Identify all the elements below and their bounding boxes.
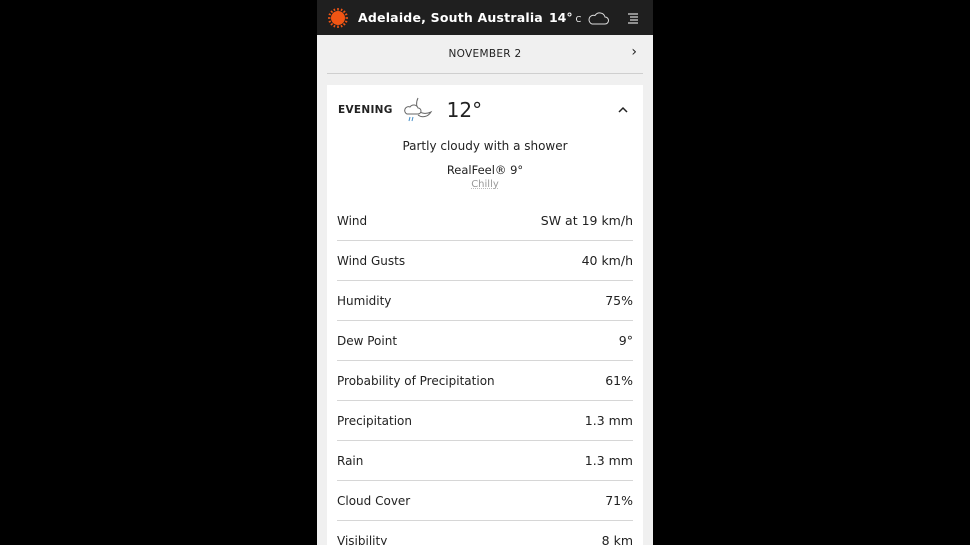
- detail-value: 40 km/h: [581, 253, 633, 268]
- hamburger-menu-icon[interactable]: [627, 12, 639, 24]
- detail-label: Dew Point: [337, 333, 398, 348]
- forecast-temperature: 12°: [446, 98, 483, 122]
- forecast-card-header[interactable]: EVENING 12°: [327, 85, 643, 135]
- partly-cloudy-shower-night-icon: [403, 97, 432, 122]
- date-navigation: NOVEMBER 2 ›: [327, 35, 643, 74]
- detail-value: 1.3 mm: [584, 453, 633, 468]
- detail-value: 75%: [605, 293, 633, 308]
- detail-row-rain: Rain 1.3 mm: [337, 441, 633, 481]
- detail-label: Wind: [337, 213, 368, 228]
- cloud-icon: [588, 11, 610, 24]
- detail-value: 61%: [605, 373, 633, 388]
- period-label: EVENING: [338, 104, 393, 116]
- temperature-unit: C: [575, 15, 582, 24]
- detail-label: Humidity: [337, 293, 392, 308]
- sun-logo-icon[interactable]: [327, 7, 349, 29]
- detail-label: Precipitation: [337, 413, 413, 428]
- forecast-card: EVENING 12° Partly cloudy with a shower …: [327, 85, 643, 545]
- detail-label: Visibility: [337, 533, 388, 545]
- detail-value: 1.3 mm: [584, 413, 633, 428]
- detail-value: 71%: [605, 493, 633, 508]
- detail-label: Rain: [337, 453, 364, 468]
- app-screen: Adelaide, South Australia 14° C NOVEMBER…: [317, 0, 653, 545]
- detail-row-humidity: Humidity 75%: [337, 281, 633, 321]
- detail-row-precip-probability: Probability of Precipitation 61%: [337, 361, 633, 401]
- chevron-up-icon[interactable]: [617, 106, 629, 114]
- details-list: Wind SW at 19 km/h Wind Gusts 40 km/h Humi…: [337, 201, 633, 545]
- detail-row-cloud-cover: Cloud Cover 71%: [337, 481, 633, 521]
- detail-value: 9°: [618, 333, 633, 348]
- realfeel-value: RealFeel® 9°: [446, 163, 524, 177]
- date-label: NOVEMBER 2: [448, 48, 522, 60]
- weather-phrase: Partly cloudy with a shower: [402, 139, 568, 153]
- detail-label: Cloud Cover: [337, 493, 411, 508]
- detail-row-visibility: Visibility 8 km: [337, 521, 633, 545]
- current-temperature: 14°: [548, 10, 573, 25]
- detail-label: Probability of Precipitation: [337, 373, 495, 388]
- detail-value: SW at 19 km/h: [540, 213, 633, 228]
- location-name[interactable]: Adelaide, South Australia: [358, 10, 543, 25]
- detail-value: 8 km: [601, 533, 633, 545]
- detail-row-wind: Wind SW at 19 km/h: [337, 201, 633, 241]
- top-bar: Adelaide, South Australia 14° C: [317, 0, 653, 35]
- chevron-right-icon[interactable]: ›: [631, 44, 637, 60]
- detail-row-wind-gusts: Wind Gusts 40 km/h: [337, 241, 633, 281]
- detail-row-precipitation: Precipitation 1.3 mm: [337, 401, 633, 441]
- realfeel-phrase[interactable]: Chilly: [327, 179, 643, 190]
- detail-row-dew-point: Dew Point 9°: [337, 321, 633, 361]
- detail-label: Wind Gusts: [337, 253, 406, 268]
